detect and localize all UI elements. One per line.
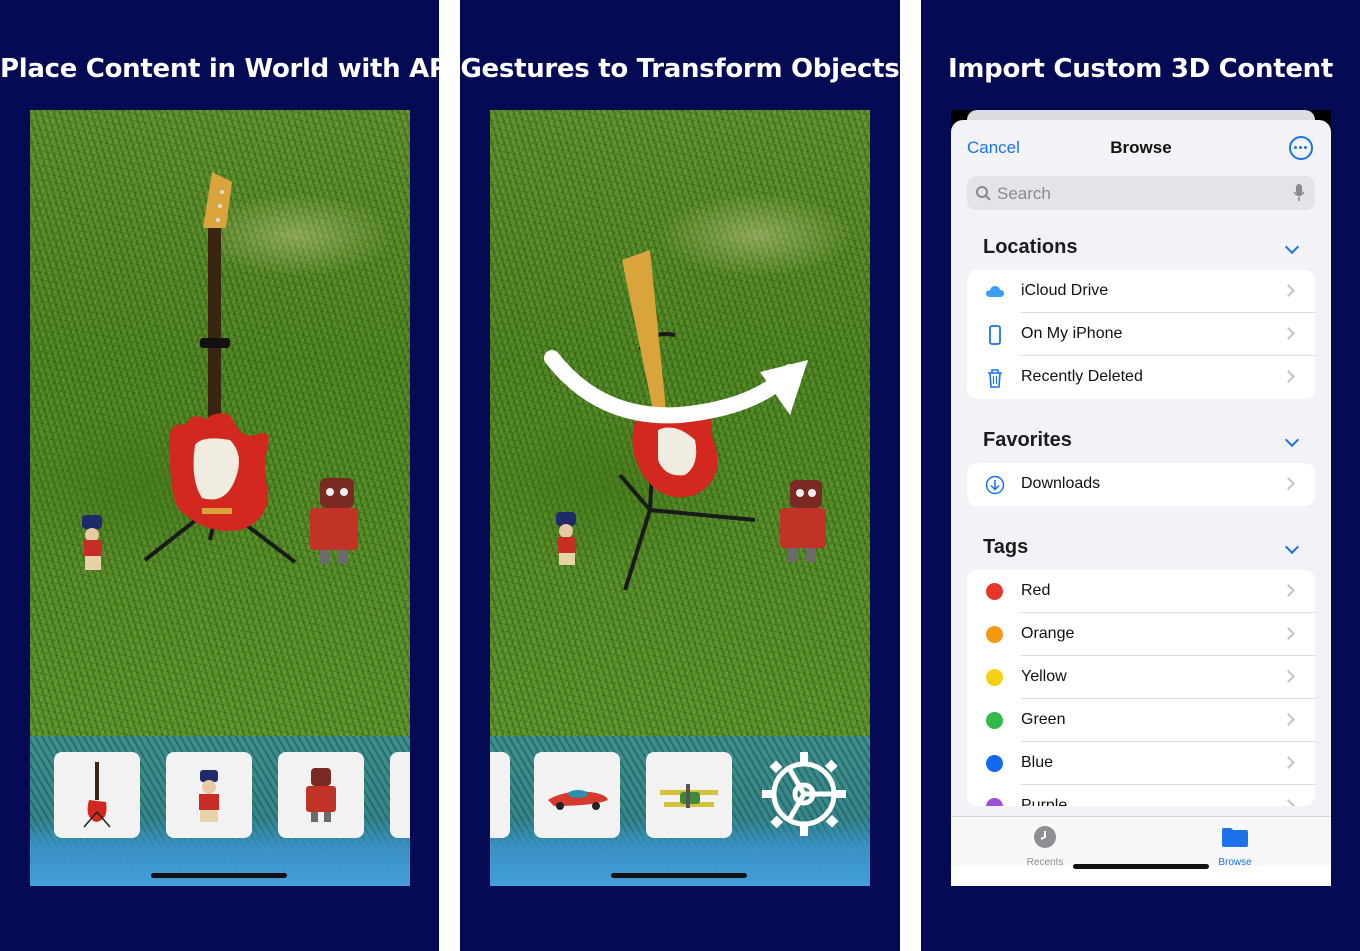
model-tile-partial[interactable] [390, 752, 410, 838]
chevron-down-icon[interactable] [1284, 239, 1300, 255]
chevron-right-icon [1282, 799, 1295, 806]
row-label: Downloads [1021, 475, 1101, 492]
download-icon [985, 475, 1005, 495]
icloud-icon [986, 286, 1004, 297]
nav-title: Browse [1110, 138, 1172, 157]
chevron-right-icon [1282, 627, 1295, 640]
ar-scene [544, 250, 826, 591]
guitar-model [622, 250, 720, 498]
row-label: Green [1021, 711, 1066, 728]
tag-green[interactable]: Green [967, 699, 1315, 742]
nutcracker-model [82, 515, 102, 570]
model-tile-nutcracker[interactable] [166, 752, 252, 838]
panel-title: Place Content in World with AR [0, 54, 439, 84]
row-label: Yellow [1021, 668, 1067, 685]
chevron-right-icon [1282, 670, 1295, 683]
tag-color-dot [986, 798, 1003, 806]
chevron-down-icon[interactable] [1284, 539, 1300, 555]
home-indicator [1073, 864, 1209, 869]
guitar-model [169, 172, 269, 531]
panel-title: Import Custom 3D Content [947, 54, 1334, 84]
row-label: Recently Deleted [1021, 368, 1143, 385]
microphone-icon[interactable] [1293, 184, 1305, 202]
tag-yellow[interactable]: Yellow [967, 656, 1315, 699]
tag-orange[interactable]: Orange [967, 613, 1315, 656]
chevron-right-icon [1282, 327, 1295, 340]
tag-red[interactable]: Red [967, 570, 1315, 613]
row-label: Red [1021, 582, 1051, 599]
tag-color-dot [986, 712, 1003, 729]
iphone-icon [989, 325, 1001, 345]
tag-color-dot [986, 755, 1003, 772]
search-icon [976, 186, 991, 201]
chevron-right-icon [1282, 477, 1295, 490]
tags-header[interactable]: Tags [983, 536, 1028, 559]
favorite-downloads[interactable]: Downloads [967, 463, 1315, 506]
tag-blue[interactable]: Blue [967, 742, 1315, 785]
favorites-header[interactable]: Favorites [983, 429, 1072, 452]
chevron-right-icon [1282, 713, 1295, 726]
chevron-right-icon [1282, 284, 1295, 297]
promo-panel-gestures: Gestures to Transform Objects [460, 0, 900, 951]
clock-icon [1034, 826, 1056, 848]
home-indicator [611, 873, 747, 878]
model-tile-partial[interactable] [490, 752, 510, 838]
model-tile-race-car[interactable] [534, 752, 620, 838]
home-indicator-area [951, 864, 1331, 886]
favorites-list: Downloads [967, 463, 1315, 506]
chevron-right-icon [1282, 370, 1295, 383]
nutcracker-model [556, 512, 576, 565]
locations-header[interactable]: Locations [983, 236, 1077, 259]
locations-list: iCloud Drive On My iPhone Recently Delet… [967, 270, 1315, 399]
folder-icon [1222, 828, 1248, 847]
more-options-icon[interactable] [1289, 136, 1313, 160]
model-picker-tray [490, 736, 870, 886]
chevron-right-icon [1282, 584, 1295, 597]
row-label: Blue [1021, 754, 1054, 771]
tag-color-dot [986, 583, 1003, 600]
ar-camera-view[interactable] [30, 110, 410, 886]
model-tile-biplane[interactable] [646, 752, 732, 838]
tags-list: Red Orange Yellow Green Blue Purple [967, 570, 1315, 806]
promo-panel-import: Import Custom 3D Content Cancel Browse S… [921, 0, 1360, 951]
promo-panel-place-content: Place Content in World with AR [0, 0, 439, 951]
model-tile-robot[interactable] [278, 752, 364, 838]
model-tile-guitar[interactable] [54, 752, 140, 838]
document-picker-sheet: Cancel Browse Search Locations iCloud Dr… [951, 120, 1331, 886]
tag-purple[interactable]: Purple [967, 785, 1315, 806]
robot-model [780, 480, 826, 562]
home-indicator [151, 873, 287, 878]
settings-gear-icon[interactable] [760, 750, 848, 838]
row-label: iCloud Drive [1021, 282, 1109, 299]
location-recently-deleted[interactable]: Recently Deleted [967, 356, 1315, 399]
location-on-my-iphone[interactable]: On My iPhone [967, 313, 1315, 356]
nav-bar: Cancel Browse [951, 120, 1331, 175]
trash-icon [988, 369, 1002, 388]
row-label: Orange [1021, 625, 1075, 642]
search-field[interactable]: Search [967, 176, 1315, 210]
location-icloud-drive[interactable]: iCloud Drive [967, 270, 1315, 313]
rotate-gesture-arrow [544, 350, 808, 424]
tab-browse[interactable]: Browse [1195, 825, 1275, 868]
chevron-right-icon [1282, 756, 1295, 769]
tab-recents[interactable]: Recents [1005, 825, 1085, 868]
files-browser-screen: Cancel Browse Search Locations iCloud Dr… [951, 110, 1331, 886]
robot-model [310, 478, 358, 564]
chevron-down-icon[interactable] [1284, 432, 1300, 448]
tag-color-dot [986, 626, 1003, 643]
model-picker-tray [30, 736, 410, 886]
ar-scene [82, 172, 358, 570]
ar-camera-view[interactable] [490, 110, 870, 886]
row-label: Purple [1021, 797, 1068, 806]
tag-color-dot [986, 669, 1003, 686]
search-placeholder: Search [997, 184, 1051, 203]
panel-title: Gestures to Transform Objects [460, 54, 900, 84]
row-label: On My iPhone [1021, 325, 1123, 342]
